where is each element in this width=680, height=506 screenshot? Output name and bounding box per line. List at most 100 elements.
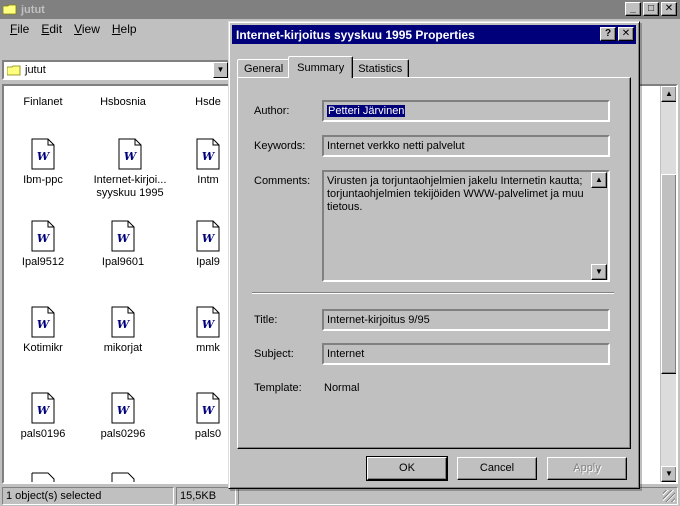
folder-icon	[7, 65, 21, 75]
resize-grip-icon[interactable]	[663, 490, 675, 502]
subject-value: Internet	[327, 348, 365, 360]
cancel-button[interactable]: Cancel	[457, 457, 537, 480]
folder-icon	[3, 4, 17, 15]
vertical-scrollbar[interactable]: ▲ ▼	[660, 86, 676, 482]
menu-help[interactable]: Help	[106, 22, 143, 36]
author-field[interactable]: Petteri Järvinen	[322, 100, 610, 122]
keywords-value: Internet verkko netti palvelut	[327, 140, 465, 152]
svg-text:W: W	[124, 150, 138, 163]
status-bar: 1 object(s) selected 15,5KB	[0, 486, 680, 506]
comments-value: Virusten ja torjuntaohjelmien jakelu Int…	[327, 175, 584, 213]
list-item[interactable]: W Internet-kirjoi... syyskuu 1995	[90, 138, 170, 200]
list-item[interactable]: W pals0	[188, 392, 228, 441]
word-document-icon: W	[31, 392, 55, 424]
file-label: Ipal9512	[21, 256, 65, 268]
list-item[interactable]: W pals0196	[10, 392, 76, 441]
svg-text:W: W	[202, 318, 216, 331]
chevron-down-icon[interactable]: ▼	[213, 62, 228, 78]
ok-button[interactable]: OK	[366, 456, 448, 481]
title-field[interactable]: Internet-kirjoitus 9/95	[322, 309, 610, 331]
subject-field[interactable]: Internet	[322, 343, 610, 365]
template-label: Template:	[254, 382, 302, 394]
explorer-title: jutut	[21, 3, 45, 16]
word-document-icon: W	[111, 306, 135, 338]
list-item[interactable]: W Ibm-ppc	[10, 138, 76, 187]
svg-text:W: W	[202, 150, 216, 163]
svg-text:W: W	[37, 150, 51, 163]
dialog-title: Internet-kirjoitus syyskuu 1995 Properti…	[236, 27, 475, 42]
list-item[interactable]: W Ipal9	[188, 220, 228, 269]
svg-text:W: W	[37, 232, 51, 245]
file-label: mmk	[196, 342, 220, 354]
list-item[interactable]: Finlanet	[10, 96, 76, 109]
list-item[interactable]: W mmk	[188, 306, 228, 355]
apply-button[interactable]: Apply	[547, 457, 627, 480]
scroll-thumb[interactable]	[661, 174, 676, 374]
svg-text:W: W	[117, 318, 131, 331]
dialog-close-button[interactable]: ✕	[618, 27, 634, 41]
minimize-button[interactable]: _	[625, 2, 641, 16]
status-empty-panel	[238, 487, 678, 505]
word-document-icon: W	[31, 138, 55, 170]
list-item[interactable]: W Ipal9512	[10, 220, 76, 269]
separator	[252, 292, 614, 294]
file-label: pals0296	[100, 428, 146, 440]
title-value: Internet-kirjoitus 9/95	[327, 314, 430, 326]
word-document-icon: W	[31, 306, 55, 338]
file-label: Finlanet	[23, 96, 63, 108]
scroll-up-button[interactable]: ▲	[591, 172, 607, 188]
file-label: Internet-kirjoi... syyskuu 1995	[93, 174, 167, 199]
file-label: Ipal9	[196, 256, 220, 268]
status-size: 15,5KB	[176, 487, 236, 505]
file-label: Kotimikr	[23, 342, 63, 354]
dialog-title-bar[interactable]: Internet-kirjoitus syyskuu 1995 Properti…	[232, 25, 636, 44]
keywords-field[interactable]: Internet verkko netti palvelut	[322, 135, 610, 157]
word-document-icon	[111, 472, 135, 482]
list-item[interactable]: W pals0296	[90, 392, 156, 441]
file-label: Hsbosnia	[100, 96, 146, 108]
maximize-button[interactable]: □	[643, 2, 659, 16]
word-document-icon: W	[111, 220, 135, 252]
word-document-icon: W	[196, 392, 220, 424]
scroll-down-button[interactable]: ▼	[591, 264, 607, 280]
menu-view[interactable]: View	[68, 22, 106, 36]
help-button[interactable]: ?	[600, 27, 616, 41]
file-label: Intm	[197, 174, 219, 186]
comments-scrollbar[interactable]: ▲ ▼	[591, 172, 608, 280]
tab-general[interactable]: General	[237, 59, 291, 78]
keywords-label: Keywords:	[254, 140, 306, 152]
list-item[interactable]: W mikorjat	[90, 306, 156, 355]
scroll-down-button[interactable]: ▼	[661, 466, 676, 482]
summary-panel: Author: Petteri Järvinen Keywords: Inter…	[237, 77, 631, 449]
menu-file[interactable]: File	[4, 22, 35, 36]
folder-combo[interactable]: jutut ▼	[2, 60, 230, 80]
title-label: Title:	[254, 314, 278, 326]
svg-text:W: W	[202, 232, 216, 245]
file-label: Ipal9601	[101, 256, 145, 268]
folder-combo-value: jutut	[25, 64, 46, 76]
svg-text:W: W	[37, 404, 51, 417]
tab-summary[interactable]: Summary	[288, 56, 354, 78]
list-item[interactable]: Hsde	[188, 96, 228, 109]
explorer-close-button[interactable]: ✕	[661, 2, 677, 16]
subject-label: Subject:	[254, 348, 294, 360]
explorer-title-bar[interactable]: jutut _ □ ✕	[0, 0, 680, 19]
file-label: mikorjat	[103, 342, 143, 354]
template-value: Normal	[324, 382, 360, 394]
tab-strip: General Summary Statistics	[237, 56, 410, 78]
menu-edit[interactable]: Edit	[35, 22, 68, 36]
list-item[interactable]: Hsbosnia	[90, 96, 156, 109]
scroll-up-button[interactable]: ▲	[661, 86, 676, 102]
list-item[interactable]: W Kotimikr	[10, 306, 76, 355]
file-label: Ibm-ppc	[23, 174, 63, 186]
word-document-icon: W	[196, 138, 220, 170]
list-item[interactable]: W Intm	[188, 138, 228, 187]
comments-field[interactable]: Virusten ja torjuntaohjelmien jakelu Int…	[322, 170, 610, 282]
word-document-icon: W	[31, 220, 55, 252]
svg-text:W: W	[117, 232, 131, 245]
tab-statistics[interactable]: Statistics	[351, 59, 410, 78]
file-label: pals0196	[20, 428, 66, 440]
list-item[interactable]: W Ipal9601	[90, 220, 156, 269]
svg-text:W: W	[117, 404, 131, 417]
properties-dialog: Internet-kirjoitus syyskuu 1995 Properti…	[228, 21, 640, 489]
